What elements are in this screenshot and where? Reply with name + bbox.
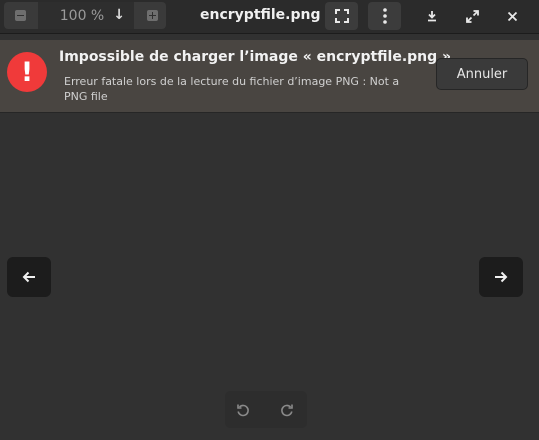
menu-button[interactable] [368,2,401,30]
window-title: encryptfile.png [200,7,321,23]
zoom-out-button[interactable] [6,2,34,29]
arrow-right-icon [495,271,508,283]
maximize-button[interactable] [457,2,487,30]
error-infobar: ! Impossible de charger l’image « encryp… [0,40,539,113]
zoom-level-dropdown[interactable]: 100 % ↓ [38,2,134,29]
rotate-left-icon [237,404,249,417]
rotate-right-icon [281,404,293,417]
rotate-controls [225,391,307,428]
rotate-right-button[interactable] [274,397,300,423]
next-image-button[interactable] [479,257,523,297]
fullscreen-button[interactable] [325,2,358,30]
minimize-icon [428,11,436,22]
header-bar: 100 % ↓ encryptfile.png [0,0,539,34]
error-icon: ! [7,52,47,92]
minimize-button[interactable] [417,2,447,30]
zoom-controls: 100 % ↓ [4,2,166,29]
rotate-left-button[interactable] [230,397,256,423]
more-vertical-icon [382,8,387,24]
fullscreen-icon [334,9,349,23]
previous-image-button[interactable] [7,257,51,297]
plus-icon [146,10,158,21]
arrow-down-icon: ↓ [113,7,125,23]
close-icon [507,11,517,21]
zoom-level-value: 100 % [59,7,105,24]
minus-icon [14,10,26,21]
zoom-in-button[interactable] [138,2,166,29]
cancel-button[interactable]: Annuler [436,58,528,90]
close-button[interactable] [497,2,527,30]
maximize-icon [465,9,479,23]
arrow-left-icon [22,271,35,283]
error-title: Impossible de charger l’image « encryptf… [59,49,457,65]
error-message: Erreur fatale lors de la lecture du fich… [64,75,400,103]
